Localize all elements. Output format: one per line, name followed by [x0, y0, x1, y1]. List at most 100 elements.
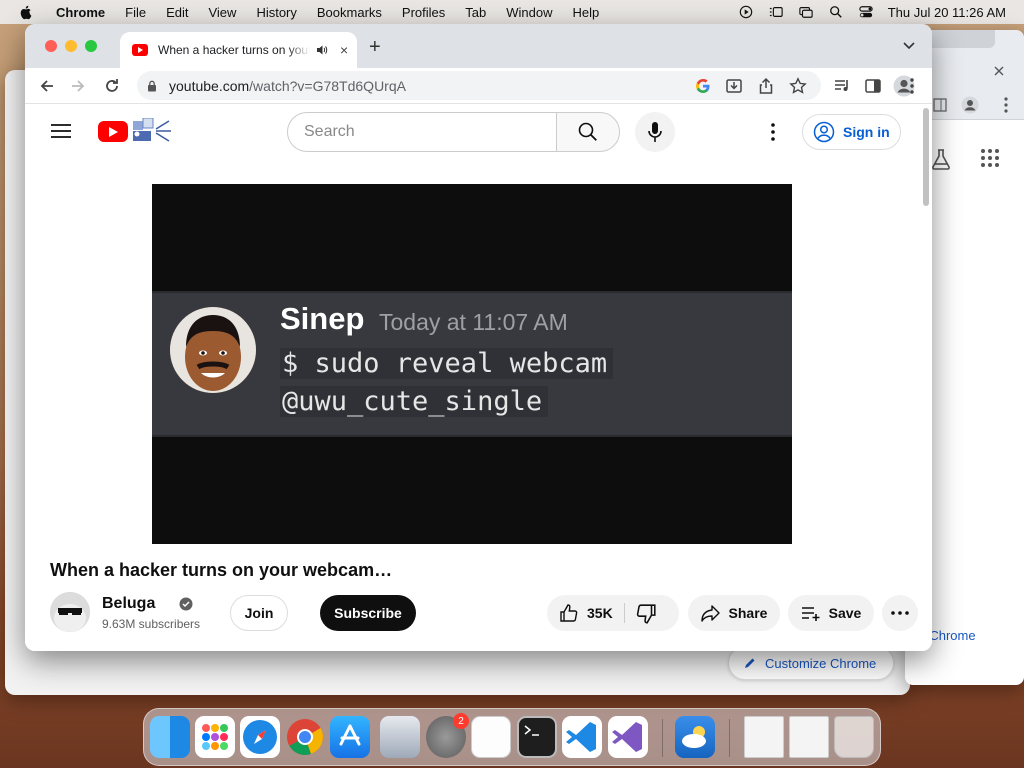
- preview-icon[interactable]: [380, 716, 420, 758]
- spotlight-search-icon[interactable]: [828, 5, 844, 19]
- settings-more-icon[interactable]: [763, 122, 783, 142]
- search-icon: [578, 122, 597, 141]
- microphone-icon: [648, 122, 662, 142]
- chat-user-avatar: [170, 307, 256, 393]
- menu-history[interactable]: History: [256, 5, 296, 20]
- profile-icon[interactable]: [961, 96, 979, 114]
- reload-icon[interactable]: [103, 77, 121, 95]
- menu-window[interactable]: Window: [506, 5, 552, 20]
- trash-icon[interactable]: [834, 716, 874, 758]
- visual-studio-icon[interactable]: [608, 716, 648, 758]
- tab-close-button[interactable]: ×: [340, 42, 348, 58]
- labs-flask-icon[interactable]: [931, 148, 951, 170]
- page-scrollbar[interactable]: [923, 108, 929, 206]
- control-center-icon[interactable]: [858, 5, 874, 19]
- play-circle-icon[interactable]: [738, 5, 754, 19]
- new-tab-button[interactable]: +: [369, 36, 381, 59]
- app-store-icon[interactable]: [330, 716, 370, 758]
- like-dislike-group: 35K: [547, 595, 679, 631]
- zoom-window-button[interactable]: [85, 40, 97, 52]
- video-player[interactable]: Sinep Today at 11:07 AM $ sudo reveal we…: [152, 184, 792, 544]
- channel-name[interactable]: Beluga: [102, 595, 155, 613]
- search-box[interactable]: [287, 112, 557, 152]
- hamburger-menu-icon[interactable]: [51, 124, 71, 138]
- search-input[interactable]: [304, 123, 534, 141]
- tab-search-chevron-icon[interactable]: [902, 38, 916, 52]
- youtube-logo-icon[interactable]: [98, 121, 128, 142]
- beluga-avatar-image: [50, 592, 90, 632]
- side-panel-icon[interactable]: [864, 77, 882, 95]
- settings-badge: 2: [453, 713, 469, 729]
- back-arrow-icon[interactable]: [38, 77, 56, 95]
- share-arrow-icon: [700, 605, 720, 622]
- weather-icon[interactable]: [675, 716, 715, 758]
- vscode-icon[interactable]: [562, 716, 602, 758]
- screen-mirroring-icon[interactable]: [798, 5, 814, 19]
- customize-chrome-button[interactable]: Customize Chrome: [728, 646, 894, 680]
- youtube-masthead: Sign in: [25, 104, 920, 160]
- sidepanel-icon[interactable]: [933, 98, 947, 112]
- sign-in-label: Sign in: [843, 124, 890, 140]
- sign-in-button[interactable]: Sign in: [802, 114, 901, 150]
- jpg-file-icon[interactable]: [789, 716, 829, 758]
- chat-message-text: $ sudo reveal webcam @uwu_cute_single: [280, 345, 614, 421]
- subscribe-button[interactable]: Subscribe: [320, 595, 416, 631]
- audio-playing-icon[interactable]: [316, 44, 328, 56]
- stage-manager-icon[interactable]: [768, 5, 784, 19]
- safari-icon[interactable]: [240, 716, 280, 758]
- url-path: /watch?v=G78Td6QUrqA: [249, 77, 406, 94]
- more-vert-icon[interactable]: [999, 96, 1013, 114]
- minimize-window-button[interactable]: [65, 40, 77, 52]
- close-icon[interactable]: [993, 65, 1005, 77]
- menu-view[interactable]: View: [208, 5, 236, 20]
- more-actions-button[interactable]: [882, 595, 918, 631]
- finder-icon[interactable]: [150, 716, 190, 758]
- save-label: Save: [828, 605, 862, 621]
- join-button[interactable]: Join: [230, 595, 288, 631]
- apple-icon[interactable]: [18, 4, 34, 20]
- chat-username: Sinep: [280, 301, 365, 336]
- textedit-icon[interactable]: [471, 716, 511, 758]
- tab-youtube[interactable]: When a hacker turns on your webcam ×: [120, 32, 357, 68]
- launchpad-icon[interactable]: [195, 716, 235, 758]
- chrome-icon[interactable]: [285, 716, 325, 758]
- menu-help[interactable]: Help: [573, 5, 600, 20]
- compass-icon: [243, 720, 277, 754]
- document-file-icon[interactable]: [744, 716, 784, 758]
- menu-bookmarks[interactable]: Bookmarks: [317, 5, 382, 20]
- chrome-logo-icon: [287, 719, 323, 755]
- like-button[interactable]: 35K: [547, 595, 623, 631]
- terminal-prompt-icon: [524, 725, 539, 736]
- share-upload-icon[interactable]: [757, 77, 775, 95]
- channel-avatar[interactable]: [50, 592, 90, 632]
- lock-icon[interactable]: [147, 80, 157, 92]
- media-queue-icon[interactable]: [833, 77, 851, 95]
- share-button[interactable]: Share: [688, 595, 780, 631]
- dock-separator-2: [729, 719, 730, 757]
- menu-app-name[interactable]: Chrome: [56, 5, 105, 20]
- chrome-menu-icon[interactable]: [909, 77, 915, 95]
- search-button[interactable]: [556, 112, 620, 152]
- install-app-icon[interactable]: [725, 77, 743, 95]
- voice-search-button[interactable]: [635, 112, 675, 152]
- menu-tab[interactable]: Tab: [465, 5, 486, 20]
- google-lens-icon[interactable]: [694, 77, 712, 95]
- terminal-icon[interactable]: [517, 716, 557, 758]
- window-controls: [45, 40, 97, 52]
- forward-arrow-icon[interactable]: [69, 77, 87, 95]
- like-count: 35K: [587, 605, 613, 621]
- menu-file[interactable]: File: [125, 5, 146, 20]
- save-button[interactable]: Save: [788, 595, 874, 631]
- menu-edit[interactable]: Edit: [166, 5, 188, 20]
- like-divider: [624, 603, 625, 623]
- apps-grid-icon[interactable]: [980, 148, 1000, 168]
- toolbar: youtube.com/watch?v=G78Td6QUrqA: [25, 68, 932, 104]
- bookmark-star-icon[interactable]: [789, 77, 807, 95]
- thumbs-down-icon[interactable]: [635, 603, 657, 625]
- menubar-clock[interactable]: Thu Jul 20 11:26 AM: [888, 5, 1006, 20]
- address-bar[interactable]: youtube.com/watch?v=G78Td6QUrqA: [137, 71, 821, 100]
- youtube-doodle-icon[interactable]: [131, 118, 173, 144]
- close-window-button[interactable]: [45, 40, 57, 52]
- vscode-logo-icon: [566, 722, 596, 752]
- menu-profiles[interactable]: Profiles: [402, 5, 445, 20]
